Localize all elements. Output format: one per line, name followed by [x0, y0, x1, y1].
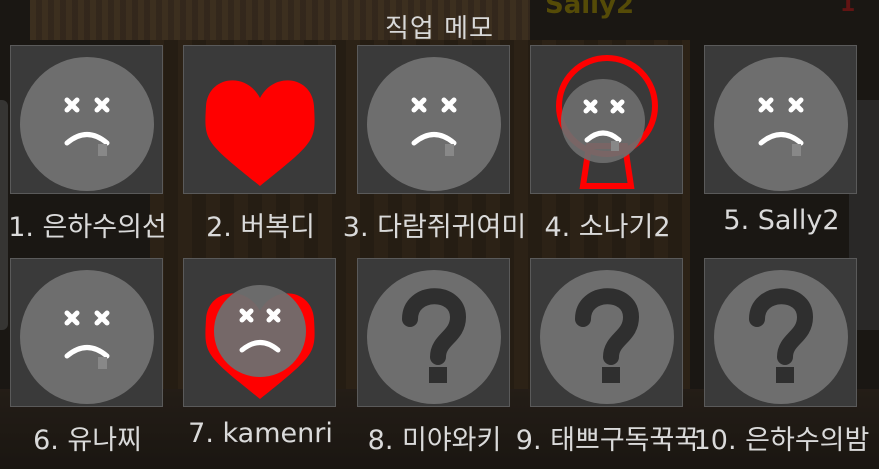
dead-face-icon-with-heart — [205, 285, 315, 399]
player-label: 5. Sally2 — [723, 205, 840, 236]
player-card-9[interactable]: 9. 태쁘구독꾹꾹 — [516, 258, 699, 456]
player-label: 1. 은하수의선 — [8, 212, 167, 243]
player-slot-3[interactable] — [357, 45, 510, 194]
player-card-2[interactable]: 2. 버복디 — [183, 45, 338, 243]
player-label: 3. 다람쥐귀여미 — [342, 212, 527, 243]
question-mark-icon — [540, 270, 674, 404]
player-slot-9[interactable] — [530, 258, 683, 407]
player-slot-1[interactable] — [10, 45, 163, 194]
player-card-3[interactable]: 3. 다람쥐귀여미 — [343, 45, 526, 243]
dead-face-icon — [367, 57, 501, 191]
dead-face-icon-with-red-marker — [556, 55, 658, 189]
player-slot-5[interactable] — [704, 45, 857, 194]
player-slot-6[interactable] — [10, 258, 163, 407]
player-label: 6. 유나찌 — [33, 425, 142, 456]
player-label: 9. 태쁘구독꾹꾹 — [515, 425, 700, 456]
dead-face-icon — [714, 57, 848, 191]
player-label: 10. 은하수의밤 — [693, 425, 870, 456]
player-card-10[interactable]: 10. 은하수의밤 — [694, 258, 869, 456]
question-mark-icon — [367, 270, 501, 404]
player-card-5[interactable]: 5. Sally2 — [704, 45, 859, 236]
player-slot-10[interactable] — [704, 258, 857, 407]
player-card-8[interactable]: 8. 미야와키 — [357, 258, 512, 456]
player-card-6[interactable]: 6. 유나찌 — [10, 258, 165, 456]
heart-icon — [205, 80, 315, 186]
dead-face-icon — [20, 270, 154, 404]
player-label: 7. kamenri — [188, 418, 333, 449]
dead-face-icon — [20, 57, 154, 191]
player-label: 4. 소나기2 — [544, 212, 671, 243]
job-memo-grid: 1. 은하수의선 2. 버복디 3. 다람쥐귀여미 4. 소나기2 5. Sal… — [0, 0, 879, 469]
player-label: 2. 버복디 — [206, 212, 315, 243]
player-card-1[interactable]: 1. 은하수의선 — [8, 45, 167, 243]
player-slot-2[interactable] — [183, 45, 336, 194]
player-card-7[interactable]: 7. kamenri — [183, 258, 338, 449]
question-mark-icon — [714, 270, 848, 404]
player-slot-8[interactable] — [357, 258, 510, 407]
player-slot-7[interactable] — [183, 258, 336, 407]
player-label: 8. 미야와키 — [367, 425, 502, 456]
player-slot-4[interactable] — [530, 45, 683, 194]
player-card-4[interactable]: 4. 소나기2 — [530, 45, 685, 243]
